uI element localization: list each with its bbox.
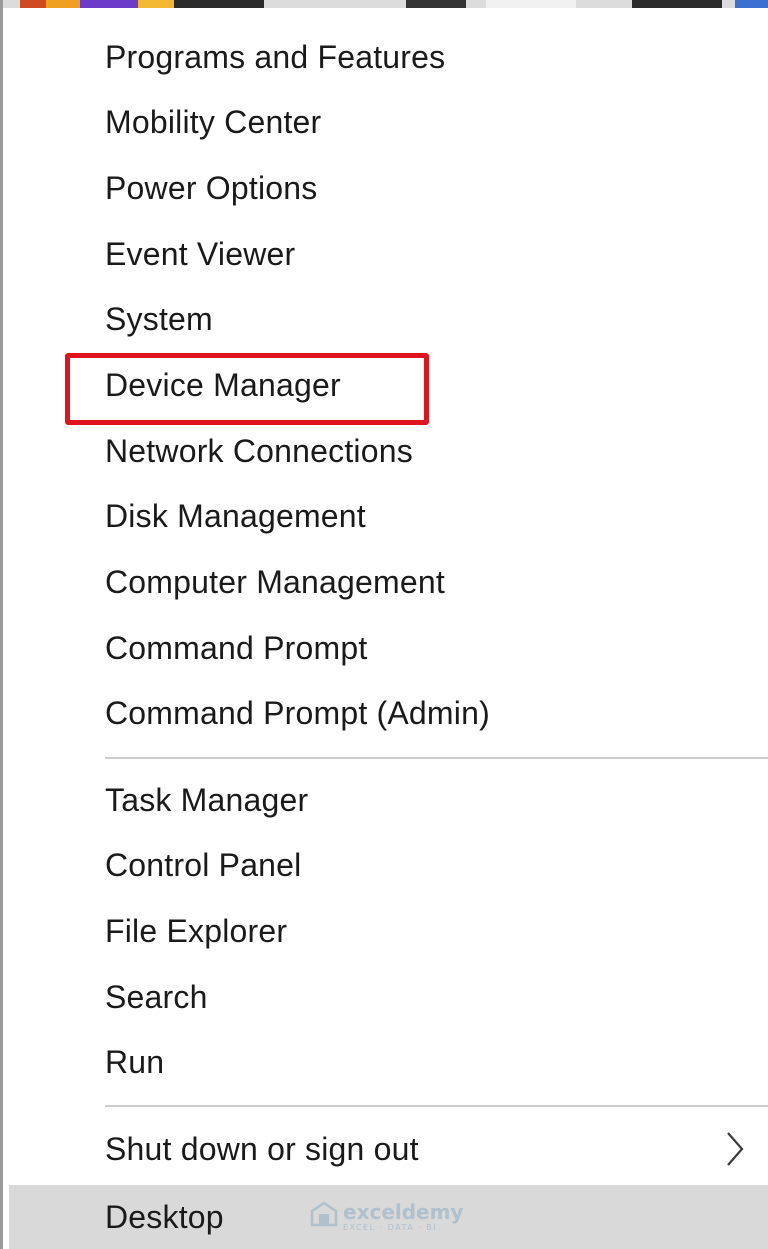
menu-item-label: Disk Management	[105, 497, 366, 534]
menu-item-label: Event Viewer	[105, 235, 296, 272]
watermark-name: exceldemy	[343, 1200, 464, 1224]
menu-item-label: Run	[105, 1043, 165, 1080]
menu-item-mobility-center[interactable]: Mobility Center	[3, 93, 768, 151]
menu-item-label: Mobility Center	[105, 103, 322, 140]
menu-item-event-viewer[interactable]: Event Viewer	[3, 225, 768, 283]
menu-item-programs-and-features[interactable]: Programs and Features	[3, 28, 768, 86]
menu-item-label: Computer Management	[105, 563, 445, 600]
exceldemy-watermark: exceldemy EXCEL · DATA · BI	[310, 1200, 464, 1234]
menu-item-task-manager[interactable]: Task Manager	[3, 771, 768, 829]
menu-item-label: File Explorer	[105, 912, 288, 949]
menu-item-disk-management[interactable]: Disk Management	[3, 487, 768, 545]
menu-item-label: Command Prompt	[105, 629, 368, 666]
menu-item-command-prompt[interactable]: Command Prompt	[3, 619, 768, 677]
menu-item-label: Task Manager	[105, 781, 309, 818]
menu-item-label: Power Options	[105, 169, 318, 206]
menu-item-label: Network Connections	[105, 432, 413, 469]
menu-item-label: Desktop	[105, 1198, 224, 1235]
menu-separator	[105, 757, 768, 759]
menu-item-device-manager[interactable]: Device Manager	[3, 356, 768, 414]
menu-item-power-options[interactable]: Power Options	[3, 159, 768, 217]
menu-item-shut-down-or-sign-out[interactable]: Shut down or sign out	[3, 1120, 768, 1178]
menu-item-network-connections[interactable]: Network Connections	[3, 422, 768, 480]
menu-item-label: Control Panel	[105, 846, 302, 883]
exceldemy-logo-icon	[310, 1200, 338, 1234]
menu-item-label: Search	[105, 978, 208, 1015]
chevron-right-icon	[723, 1129, 747, 1169]
menu-item-label: Shut down or sign out	[105, 1130, 419, 1167]
menu-item-computer-management[interactable]: Computer Management	[3, 553, 768, 611]
menu-item-control-panel[interactable]: Control Panel	[3, 836, 768, 894]
menu-item-run[interactable]: Run	[3, 1033, 768, 1091]
menu-separator	[105, 1105, 768, 1107]
watermark-tagline: EXCEL · DATA · BI	[343, 1223, 438, 1232]
menu-item-search[interactable]: Search	[3, 968, 768, 1026]
menu-item-label: Device Manager	[105, 366, 341, 403]
menu-item-label: Programs and Features	[105, 38, 446, 75]
menu-item-label: Command Prompt (Admin)	[105, 694, 490, 731]
menu-item-label: System	[105, 300, 213, 337]
winx-power-user-menu: Programs and Features Mobility Center Po…	[3, 8, 768, 1249]
background-window-strip	[0, 0, 768, 8]
menu-item-file-explorer[interactable]: File Explorer	[3, 902, 768, 960]
menu-item-system[interactable]: System	[3, 290, 768, 348]
menu-item-command-prompt-admin[interactable]: Command Prompt (Admin)	[3, 684, 768, 742]
